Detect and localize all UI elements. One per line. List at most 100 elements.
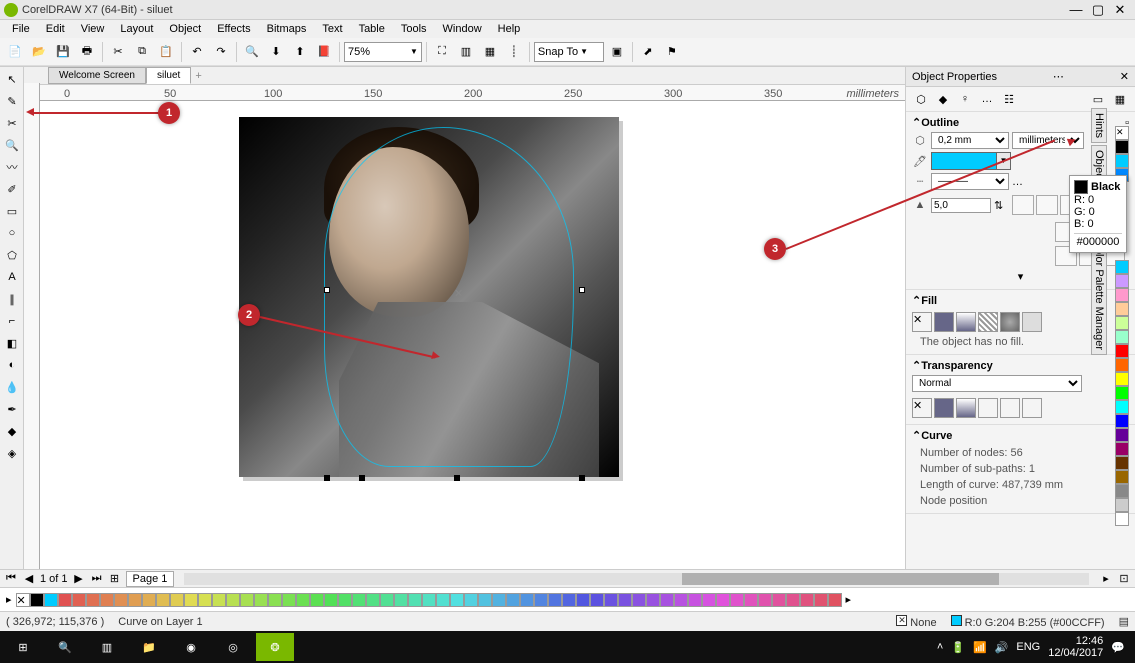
palette-swatch[interactable]: [1115, 400, 1129, 414]
pick-tool[interactable]: ↖: [2, 69, 22, 89]
uniform-fill-button[interactable]: [934, 312, 954, 332]
palette-swatch[interactable]: [632, 593, 646, 607]
tab-siluet[interactable]: siluet: [146, 67, 191, 84]
palette-swatch[interactable]: [1115, 344, 1129, 358]
palette-swatch[interactable]: [240, 593, 254, 607]
palette-swatch[interactable]: [1115, 154, 1129, 168]
zoom-combo[interactable]: ▼: [344, 42, 422, 62]
color-proof-icon[interactable]: ▤: [1119, 615, 1129, 628]
parallel-tool[interactable]: ∥: [2, 289, 22, 309]
handle-right[interactable]: [579, 287, 585, 293]
handle-bottom-mid2[interactable]: [454, 475, 460, 481]
palette-swatch[interactable]: [422, 593, 436, 607]
palette-swatch[interactable]: [100, 593, 114, 607]
fill-indicator[interactable]: None: [896, 615, 936, 629]
new-button[interactable]: 📄: [4, 41, 26, 63]
taskview-button[interactable]: ▥: [88, 633, 126, 661]
panel-menu-button[interactable]: ⋯: [1053, 70, 1064, 83]
publish-button[interactable]: 📕: [313, 41, 335, 63]
palette-swatch[interactable]: [618, 593, 632, 607]
paste-button[interactable]: 📋: [155, 41, 177, 63]
text-tool[interactable]: A: [2, 267, 22, 287]
first-page-button[interactable]: ⏮: [4, 572, 18, 585]
fountain-trans-button[interactable]: [956, 398, 976, 418]
last-page-button[interactable]: ⏭: [90, 572, 104, 585]
palette-scroll-right[interactable]: ▸: [846, 593, 852, 606]
palette-swatch[interactable]: [296, 593, 310, 607]
expand-icon[interactable]: ⌃: [912, 116, 921, 129]
add-page-button[interactable]: ⊞: [108, 572, 122, 585]
handle-left[interactable]: [324, 287, 330, 293]
palette-swatch[interactable]: [548, 593, 562, 607]
color-palette-manager-tab[interactable]: Color Palette Manager: [1091, 235, 1107, 355]
canvas[interactable]: Welcome Screen siluet + 0 50 100 150 200…: [24, 67, 905, 569]
palette-swatch[interactable]: [226, 593, 240, 607]
wifi-icon[interactable]: 📶: [973, 641, 987, 654]
char-tab-icon[interactable]: …: [978, 90, 996, 108]
palette-swatch[interactable]: [1115, 316, 1129, 330]
palette-swatch[interactable]: [1115, 330, 1129, 344]
palette-swatch[interactable]: [1115, 260, 1129, 274]
lang-indicator[interactable]: ENG: [1016, 641, 1040, 653]
menu-layout[interactable]: Layout: [112, 21, 161, 37]
zoom-input[interactable]: [348, 46, 408, 58]
palette-swatch[interactable]: [1115, 372, 1129, 386]
palette-swatch[interactable]: [142, 593, 156, 607]
palette-swatch[interactable]: [254, 593, 268, 607]
palette-swatch[interactable]: [702, 593, 716, 607]
palette-swatch[interactable]: [716, 593, 730, 607]
fill-tool[interactable]: ◆: [2, 421, 22, 441]
ruler-horizontal[interactable]: 0 50 100 150 200 250 300 350 millimeters: [24, 85, 905, 101]
polygon-tool[interactable]: ⬠: [2, 245, 22, 265]
palette-swatch[interactable]: [492, 593, 506, 607]
close-button[interactable]: ✕: [1109, 2, 1131, 18]
artistic-tool[interactable]: ✐: [2, 179, 22, 199]
palette-swatch[interactable]: [688, 593, 702, 607]
palette-swatch[interactable]: [646, 593, 660, 607]
guides-button[interactable]: ┊: [503, 41, 525, 63]
menu-view[interactable]: View: [73, 21, 113, 37]
palette-swatch[interactable]: [1115, 274, 1129, 288]
palette-swatch[interactable]: [758, 593, 772, 607]
palette-swatch[interactable]: [268, 593, 282, 607]
transparency-tool[interactable]: ◐: [2, 355, 22, 375]
palette-swatch[interactable]: [562, 593, 576, 607]
new-tab-button[interactable]: +: [195, 70, 201, 82]
palette-swatch[interactable]: [1115, 484, 1129, 498]
outline-tab-icon[interactable]: ⬡: [912, 90, 930, 108]
menu-window[interactable]: Window: [435, 21, 490, 37]
handle-bottom-right[interactable]: [579, 475, 585, 481]
start-button[interactable]: ⊞: [4, 633, 42, 661]
palette-swatch[interactable]: ✕: [1115, 126, 1129, 140]
rectangle-tool[interactable]: ▭: [2, 201, 22, 221]
palette-swatch[interactable]: [660, 593, 674, 607]
palette-swatch[interactable]: [30, 593, 44, 607]
prev-page-button[interactable]: ◀: [22, 572, 36, 585]
frame-tab-icon[interactable]: ▭: [1089, 90, 1107, 108]
palette-swatch[interactable]: [114, 593, 128, 607]
palette-swatch[interactable]: [198, 593, 212, 607]
palette-swatch[interactable]: [478, 593, 492, 607]
no-trans-button[interactable]: ✕: [912, 398, 932, 418]
spinner-icon[interactable]: ⇅: [994, 199, 1003, 212]
next-page-button[interactable]: ▶: [72, 572, 86, 585]
search-button[interactable]: 🔍: [46, 633, 84, 661]
corner-miter-button[interactable]: [1012, 195, 1034, 215]
palette-swatch[interactable]: [1115, 470, 1129, 484]
no-fill-button[interactable]: ✕: [912, 312, 932, 332]
menu-object[interactable]: Object: [161, 21, 209, 37]
welcome-button[interactable]: ⚑: [661, 41, 683, 63]
minimize-button[interactable]: —: [1065, 2, 1087, 18]
palette-swatch[interactable]: [1115, 498, 1129, 512]
palette-swatch[interactable]: [44, 593, 58, 607]
connector-tool[interactable]: ⌐: [2, 311, 22, 331]
outline-width-select[interactable]: 0,2 mm: [931, 132, 1009, 149]
copy-button[interactable]: ⧉: [131, 41, 153, 63]
redo-button[interactable]: ↷: [210, 41, 232, 63]
palette-swatch[interactable]: [58, 593, 72, 607]
palette-swatch[interactable]: [408, 593, 422, 607]
merge-mode-select[interactable]: Normal: [912, 375, 1082, 392]
palette-swatch[interactable]: [184, 593, 198, 607]
menu-table[interactable]: Table: [351, 21, 393, 37]
palette-swatch[interactable]: [1115, 386, 1129, 400]
